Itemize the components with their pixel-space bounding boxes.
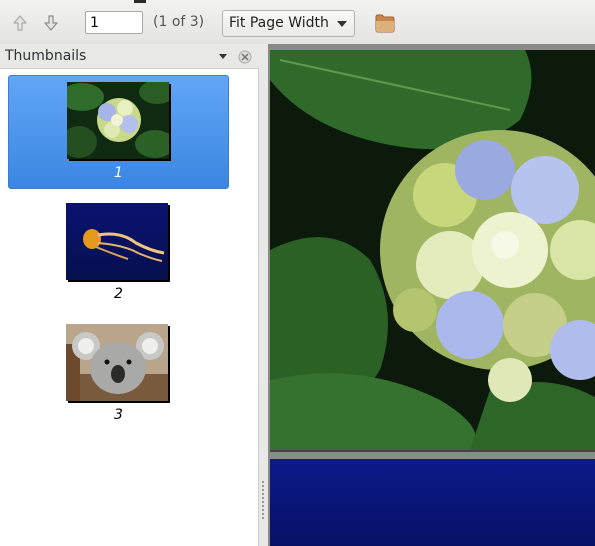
thumbnail-label: 2 <box>114 286 123 302</box>
window-edge <box>134 0 146 3</box>
page-count-label: (1 of 3) <box>153 14 205 30</box>
thumbnail-image-jellyfish <box>66 203 168 280</box>
thumbnails-sidebar: Thumbnails 1 2 3 <box>0 44 259 546</box>
arrow-down-icon <box>44 15 58 31</box>
thumbnail-list: 1 2 3 <box>0 69 259 546</box>
previous-page-button[interactable] <box>9 12 31 34</box>
sidebar-splitter[interactable] <box>259 44 268 546</box>
open-file-button[interactable] <box>374 12 396 38</box>
thumbnail-image-hydrangea <box>67 82 169 159</box>
arrow-up-icon <box>13 15 27 31</box>
toolbar: (1 of 3) Fit Page Width <box>0 0 595 45</box>
folder-icon <box>375 14 395 33</box>
chevron-down-icon <box>337 21 347 27</box>
sidebar-title: Thumbnails <box>5 48 87 64</box>
zoom-select[interactable]: Fit Page Width <box>222 10 355 37</box>
sidebar-header: Thumbnails <box>0 44 259 69</box>
page-2-image <box>270 459 595 546</box>
thumbnail-label: 1 <box>114 165 123 181</box>
thumbnail-page-3[interactable]: 3 <box>8 318 229 432</box>
sidebar-menu-icon[interactable] <box>219 54 227 59</box>
page-number-input[interactable] <box>85 11 143 34</box>
splitter-grip[interactable] <box>262 481 264 521</box>
thumbnail-image-koala <box>66 324 168 401</box>
zoom-select-value: Fit Page Width <box>229 15 329 31</box>
page-1-image <box>270 50 595 450</box>
thumbnail-page-2[interactable]: 2 <box>8 197 229 311</box>
document-view[interactable] <box>268 44 595 546</box>
thumbnail-page-1[interactable]: 1 <box>8 75 229 189</box>
thumbnail-label: 3 <box>114 407 123 423</box>
next-page-button[interactable] <box>40 12 62 34</box>
sidebar-close-button[interactable] <box>238 49 252 68</box>
close-icon <box>238 50 252 64</box>
